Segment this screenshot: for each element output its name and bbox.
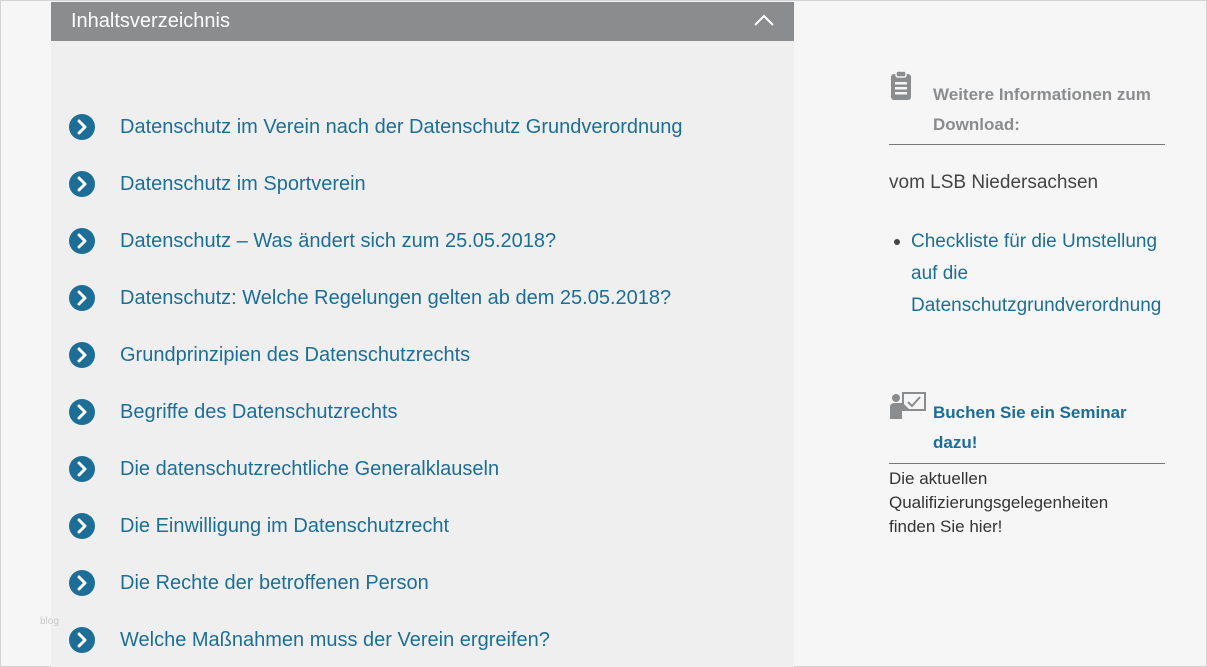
chevron-right-circle-icon (69, 114, 95, 140)
chevron-right-circle-icon (69, 228, 95, 254)
clipboard-icon (889, 70, 915, 107)
toc-item[interactable]: Grundprinzipien des Datenschutzrechts (69, 338, 470, 372)
toc-item[interactable]: Datenschutz: Welche Regelungen gelten ab… (69, 281, 671, 315)
seminar-heading-line2[interactable]: dazu! (933, 428, 1127, 458)
toc-item-label: Grundprinzipien des Datenschutzrechts (120, 343, 471, 366)
toc-item[interactable]: Datenschutz im Sportverein (69, 167, 366, 201)
chevron-right-circle-icon (69, 285, 95, 311)
chevron-right-circle-icon (69, 399, 95, 425)
toc-item-label: Datenschutz im Verein nach der Datenschu… (120, 115, 683, 138)
download-source: vom LSB Niedersachsen (889, 172, 1099, 193)
seminar-heading[interactable]: Buchen Sie ein Seminar dazu! (933, 398, 1127, 458)
download-divider (889, 144, 1165, 145)
toc-item[interactable]: Datenschutz – Was ändert sich zum 25.05.… (69, 224, 556, 258)
chevron-right-circle-icon (69, 570, 95, 596)
toc-item-label: Begriffe des Datenschutzrechts (120, 400, 398, 423)
download-heading-line1: Weitere Informationen zum (933, 85, 1151, 104)
seminar-heading-line1[interactable]: Buchen Sie ein Seminar (933, 398, 1127, 428)
toc-item-label: Welche Maßnahmen muss der Verein ergreif… (120, 628, 550, 651)
toc-item[interactable]: Die Rechte der betroffenen Person (69, 566, 429, 600)
download-heading: Weitere Informationen zum Download: (933, 80, 1151, 140)
chevron-right-circle-icon (69, 342, 95, 368)
toc-title: Inhaltsverzeichnis (71, 10, 230, 32)
download-heading-line2: Download: (933, 115, 1020, 134)
toc-item-label: Die datenschutzrechtliche Generalklausel… (120, 457, 500, 480)
toc-item[interactable]: Begriffe des Datenschutzrechts (69, 395, 398, 429)
watermark: blog (40, 616, 59, 627)
seminar-divider (889, 463, 1165, 464)
toc-item[interactable]: Datenschutz im Verein nach der Datenschu… (69, 110, 683, 144)
toc-item-label: Die Einwilligung im Datenschutzrecht (120, 514, 450, 537)
toc-item[interactable]: Welche Maßnahmen muss der Verein ergreif… (69, 623, 550, 657)
toc-item-label: Datenschutz: Welche Regelungen gelten ab… (120, 286, 672, 309)
toc-header[interactable]: Inhaltsverzeichnis (51, 2, 794, 41)
toc-item-label: Datenschutz – Was ändert sich zum 25.05.… (120, 229, 557, 252)
table-of-contents: Inhaltsverzeichnis Datenschutz im Verein… (51, 2, 794, 667)
chevron-right-circle-icon (69, 456, 95, 482)
toc-item-label: Die Rechte der betroffenen Person (120, 571, 429, 594)
bullet (894, 239, 900, 245)
toc-item-label: Datenschutz im Sportverein (120, 172, 366, 195)
chevron-right-circle-icon (69, 171, 95, 197)
seminar-text: Die aktuellen Qualifizierungsgelegenheit… (889, 469, 1109, 536)
chevron-up-icon[interactable] (752, 11, 776, 31)
toc-item[interactable]: Die datenschutzrechtliche Generalklausel… (69, 452, 499, 486)
chevron-right-circle-icon (69, 513, 95, 539)
presentation-icon (889, 392, 927, 425)
chevron-right-circle-icon (69, 627, 95, 653)
toc-item[interactable]: Die Einwilligung im Datenschutzrecht (69, 509, 449, 543)
checklist-download-link[interactable]: Checkliste für die Umstellung auf die Da… (911, 226, 1186, 322)
